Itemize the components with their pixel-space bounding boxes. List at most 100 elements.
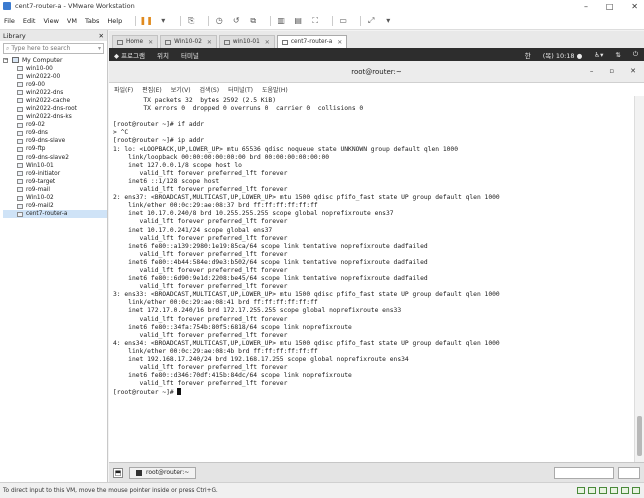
terminal-menu-edit[interactable]: 편집(E) xyxy=(142,85,162,94)
library-item-ro9-ftp[interactable]: ro9-ftp xyxy=(3,145,107,153)
library-item-win10-02[interactable]: Win10-02 xyxy=(3,194,107,202)
library-item-win2022-cache[interactable]: win2022-cache xyxy=(3,97,107,105)
terminal-menu-view[interactable]: 보기(V) xyxy=(171,85,191,94)
library-search[interactable]: ⌕ ▾ xyxy=(3,43,104,54)
tab-close-icon[interactable]: ✕ xyxy=(265,39,270,46)
pause-icon[interactable]: ❚❚ xyxy=(140,16,153,26)
menu-file[interactable]: File xyxy=(4,17,15,25)
terminal-line: valid_lft forever preferred_lft forever xyxy=(113,235,634,243)
terminal-line-text: inet 192.168.17.240/24 brd 192.168.17.25… xyxy=(113,356,409,363)
revert-snapshot-icon[interactable]: ↺ xyxy=(231,16,241,26)
library-search-input[interactable] xyxy=(11,45,82,52)
stretch-dropdown-icon[interactable]: ▾ xyxy=(383,16,393,26)
terminal-line-text: valid_lft forever preferred_lft forever xyxy=(113,186,288,194)
vm-icon xyxy=(17,195,23,201)
library-item-ro9-02[interactable]: ro9-02 xyxy=(3,121,107,129)
console-view-icon[interactable]: ▭ xyxy=(338,16,348,26)
terminal-menu-file[interactable]: 파일(F) xyxy=(114,85,133,94)
applications-menu[interactable]: ◆ 프로그램 xyxy=(114,50,145,60)
places-menu[interactable]: 위치 xyxy=(157,50,169,60)
library-item-ro9-dns-slave2[interactable]: ro9-dns-slave2 xyxy=(3,154,107,162)
network-adapter-2-icon[interactable] xyxy=(610,487,618,494)
tab-label: win10-01 xyxy=(232,39,260,45)
menu-vm[interactable]: VM xyxy=(67,17,77,25)
close-icon[interactable]: ✕ xyxy=(631,2,638,11)
menu-help[interactable]: Help xyxy=(107,17,122,25)
snapshot-icon[interactable]: ◷ xyxy=(214,16,224,26)
terminal-maximize-icon[interactable]: ▫ xyxy=(609,67,614,75)
terminal-line-text: valid_lft forever preferred_lft forever xyxy=(113,234,288,242)
library-item-ro9-dns[interactable]: ro9-dns xyxy=(3,129,107,137)
terminal-menu[interactable]: 터미널 xyxy=(181,50,199,60)
terminal-line-text: [root@router ~]# xyxy=(113,389,178,397)
terminal-menu-help[interactable]: 도움말(H) xyxy=(262,85,288,94)
library-item-win2022-dns[interactable]: win2022-dns xyxy=(3,89,107,97)
library-item-ro9-dns-slave[interactable]: ro9-dns-slave xyxy=(3,137,107,145)
library-item-ro9-00[interactable]: ro9-00 xyxy=(3,81,107,89)
tab-close-icon[interactable]: ✕ xyxy=(207,39,212,46)
menu-tabs[interactable]: Tabs xyxy=(85,17,99,25)
library-item-ro9-target[interactable]: ro9-target xyxy=(3,178,107,186)
scrollbar-thumb[interactable] xyxy=(637,416,642,456)
library-item-ro9-initiator[interactable]: ro9-initiator xyxy=(3,170,107,178)
library-item-win10-01[interactable]: Win10-01 xyxy=(3,162,107,170)
menu-edit[interactable]: Edit xyxy=(23,17,36,25)
terminal-line: [root@router ~]# if addr xyxy=(113,121,634,129)
network-adapter-3-icon[interactable] xyxy=(621,487,629,494)
tab-close-icon[interactable]: ✕ xyxy=(337,39,342,46)
minimize-icon[interactable]: – xyxy=(584,2,588,11)
library-item-win2022-dns-root[interactable]: win2022-dns-root xyxy=(3,105,107,113)
tab-cent7-router-a[interactable]: cent7-router-a ✕ xyxy=(276,35,348,48)
show-library-icon[interactable]: ▥ xyxy=(276,16,286,26)
terminal-minimize-icon[interactable]: – xyxy=(590,67,594,75)
power-icon[interactable]: ⏻ xyxy=(633,50,638,59)
show-desktop-icon[interactable]: ⬒ xyxy=(113,467,123,478)
accessibility-icon[interactable]: ♿▾ xyxy=(594,51,603,59)
library-item-label: ro9-00 xyxy=(26,81,45,88)
workspace-2[interactable] xyxy=(618,466,640,479)
clock[interactable]: (목) 10:18 ● xyxy=(543,50,583,60)
input-method-indicator[interactable]: 한 xyxy=(525,50,531,60)
library-item-win10-00[interactable]: win10-00 xyxy=(3,65,107,73)
library-item-ro9-mail2[interactable]: ro9-mail2 xyxy=(3,202,107,210)
library-item-win2022-dns-ks[interactable]: win2022-dns-ks xyxy=(3,113,107,121)
network-icon[interactable]: ⇅ xyxy=(615,51,620,59)
library-close-icon[interactable]: ✕ xyxy=(99,32,104,40)
library-item-ro9-mail[interactable]: ro9-mail xyxy=(3,186,107,194)
library-item-cent7-router-a[interactable]: cent7-router-a xyxy=(3,210,107,219)
thumbnail-bar-icon[interactable]: ▤ xyxy=(293,16,303,26)
send-ctrl-alt-del-icon[interactable]: ⎘ xyxy=(186,16,196,26)
workspace-1[interactable] xyxy=(554,466,614,479)
maximize-icon[interactable]: □ xyxy=(606,2,614,11)
tab-home[interactable]: Home ✕ xyxy=(112,35,159,48)
collapse-icon[interactable]: − xyxy=(3,57,8,63)
library-item-label: ro9-dns xyxy=(26,130,48,137)
library-item-win2022-00[interactable]: win2022-00 xyxy=(3,73,107,81)
search-dropdown-icon[interactable]: ▾ xyxy=(98,45,101,52)
tree-root-my-computer[interactable]: − My Computer xyxy=(3,56,107,65)
network-adapter-icon[interactable] xyxy=(599,487,607,494)
terminal-close-icon[interactable]: ✕ xyxy=(630,67,636,75)
tab-win10-01[interactable]: win10-01 ✕ xyxy=(218,35,275,48)
stretch-guest-icon[interactable]: ⤢ xyxy=(366,16,376,26)
terminal-output[interactable]: TX packets 32 bytes 2592 (2.5 KiB) TX er… xyxy=(109,96,634,462)
taskbar-terminal-button[interactable]: root@router:~ xyxy=(129,466,197,479)
terminal-line-text: inet6 fe80::6d90:9e1d:2208:be45/64 scope… xyxy=(113,275,428,283)
device-status-icons xyxy=(574,487,644,494)
hdd-icon[interactable] xyxy=(577,487,585,494)
terminal-scrollbar[interactable] xyxy=(634,96,644,462)
usb-icon[interactable] xyxy=(632,487,640,494)
cdrom-icon[interactable] xyxy=(588,487,596,494)
dropdown-icon[interactable]: ▾ xyxy=(158,16,168,26)
terminal-menu-terminal[interactable]: 터미널(T) xyxy=(228,85,253,94)
terminal-menu-search[interactable]: 검색(S) xyxy=(200,85,220,94)
tab-win10-02[interactable]: Win10-02 ✕ xyxy=(160,35,217,48)
snapshot-manager-icon[interactable]: ⧉ xyxy=(248,16,258,26)
tab-close-icon[interactable]: ✕ xyxy=(148,39,153,46)
gnome-status-area: 한 (목) 10:18 ● ♿▾ ⇅ ⏻ xyxy=(513,50,644,60)
terminal-line: 4: ens34: <BROADCAST,MULTICAST,UP,LOWER_… xyxy=(113,340,634,348)
menu-view[interactable]: View xyxy=(43,17,58,25)
terminal-line-text: valid_lft forever preferred_lft forever xyxy=(113,250,288,258)
full-screen-icon[interactable]: ⛶ xyxy=(310,16,320,26)
